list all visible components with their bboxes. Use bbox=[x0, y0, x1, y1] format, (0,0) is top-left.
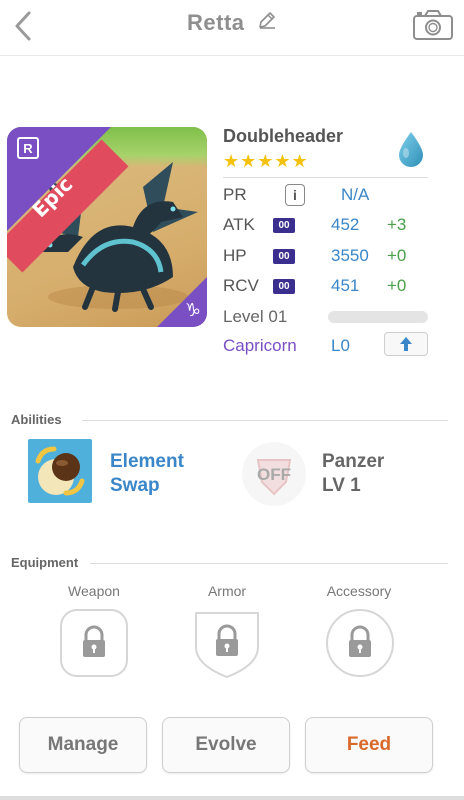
plus-tag: 00 bbox=[273, 217, 295, 233]
stat-label: ATK bbox=[223, 215, 255, 234]
info-button[interactable]: i bbox=[285, 184, 305, 206]
element-swap-icon[interactable] bbox=[28, 439, 92, 503]
level-label: Level 01 bbox=[223, 307, 288, 326]
camera-button[interactable] bbox=[412, 8, 454, 42]
accessory-label: Accessory bbox=[326, 583, 392, 599]
atk-value: 452 bbox=[331, 215, 360, 234]
lock-icon bbox=[349, 625, 371, 657]
rcv-value: 451 bbox=[331, 276, 360, 295]
passive-skill-name[interactable]: Panzer LV 1 bbox=[322, 450, 384, 498]
capricorn-icon: ♑ bbox=[184, 300, 201, 320]
rcv-bonus: +0 bbox=[387, 276, 407, 295]
passive-state: OFF bbox=[257, 465, 291, 484]
atk-bonus: +3 bbox=[387, 215, 407, 234]
accessory-slot[interactable] bbox=[325, 608, 395, 678]
monster-info: Doubleheader ★★★★★ bbox=[223, 122, 433, 172]
weapon-slot[interactable] bbox=[59, 608, 129, 678]
armor-label: Armor bbox=[207, 583, 247, 599]
shield-icon: OFF bbox=[256, 459, 292, 496]
monster-portrait[interactable]: Epic R ♑ bbox=[7, 127, 207, 327]
manage-button[interactable]: Manage bbox=[19, 717, 147, 773]
stat-row-pr: PR i N/A bbox=[223, 183, 433, 207]
armor-slot[interactable] bbox=[192, 608, 262, 679]
zodiac-level: L0 bbox=[331, 336, 350, 355]
passive-skill-icon[interactable]: OFF bbox=[242, 442, 306, 506]
zodiac-upgrade-button[interactable] bbox=[384, 332, 428, 356]
skill-name-line2: Swap bbox=[110, 475, 160, 496]
pencil-icon[interactable] bbox=[257, 10, 277, 35]
hp-bonus: +0 bbox=[387, 246, 407, 265]
skill-name-line1: Element bbox=[110, 451, 184, 472]
stat-row-hp: HP 00 3550 +0 bbox=[223, 244, 433, 268]
bottom-edge bbox=[0, 796, 464, 800]
rank-badge: R bbox=[17, 137, 39, 159]
lock-icon bbox=[83, 625, 105, 657]
swap-arrows-icon bbox=[35, 446, 85, 496]
evolve-button[interactable]: Evolve bbox=[162, 717, 290, 773]
stat-label: PR bbox=[223, 185, 247, 204]
level-progress-bar bbox=[328, 311, 428, 323]
stat-label: HP bbox=[223, 246, 247, 265]
camera-icon bbox=[413, 10, 453, 40]
pr-value: N/A bbox=[341, 185, 370, 204]
equipment-divider bbox=[90, 563, 448, 564]
arrow-up-icon bbox=[400, 337, 412, 351]
top-bar: Retta bbox=[0, 0, 464, 56]
equipment-title: Equipment bbox=[11, 555, 79, 570]
plus-tag: 00 bbox=[273, 248, 295, 264]
passive-name-line1: Panzer bbox=[322, 451, 385, 472]
water-drop-icon bbox=[399, 132, 423, 167]
page-title: Retta bbox=[187, 10, 245, 35]
info-divider bbox=[223, 177, 428, 178]
stat-row-atk: ATK 00 452 +3 bbox=[223, 213, 433, 237]
lock-icon bbox=[216, 624, 238, 656]
plus-tag: 00 bbox=[273, 278, 295, 294]
active-skill-name[interactable]: Element Swap bbox=[110, 450, 184, 498]
abilities-divider bbox=[82, 420, 448, 421]
weapon-label: Weapon bbox=[68, 583, 120, 599]
abilities-title: Abilities bbox=[11, 412, 62, 427]
zodiac-name[interactable]: Capricorn bbox=[223, 336, 331, 356]
stat-row-rcv: RCV 00 451 +0 bbox=[223, 274, 433, 298]
passive-level: LV 1 bbox=[322, 475, 361, 496]
stat-label: RCV bbox=[223, 276, 259, 295]
feed-button[interactable]: Feed bbox=[305, 717, 433, 773]
hp-value: 3550 bbox=[331, 246, 369, 265]
